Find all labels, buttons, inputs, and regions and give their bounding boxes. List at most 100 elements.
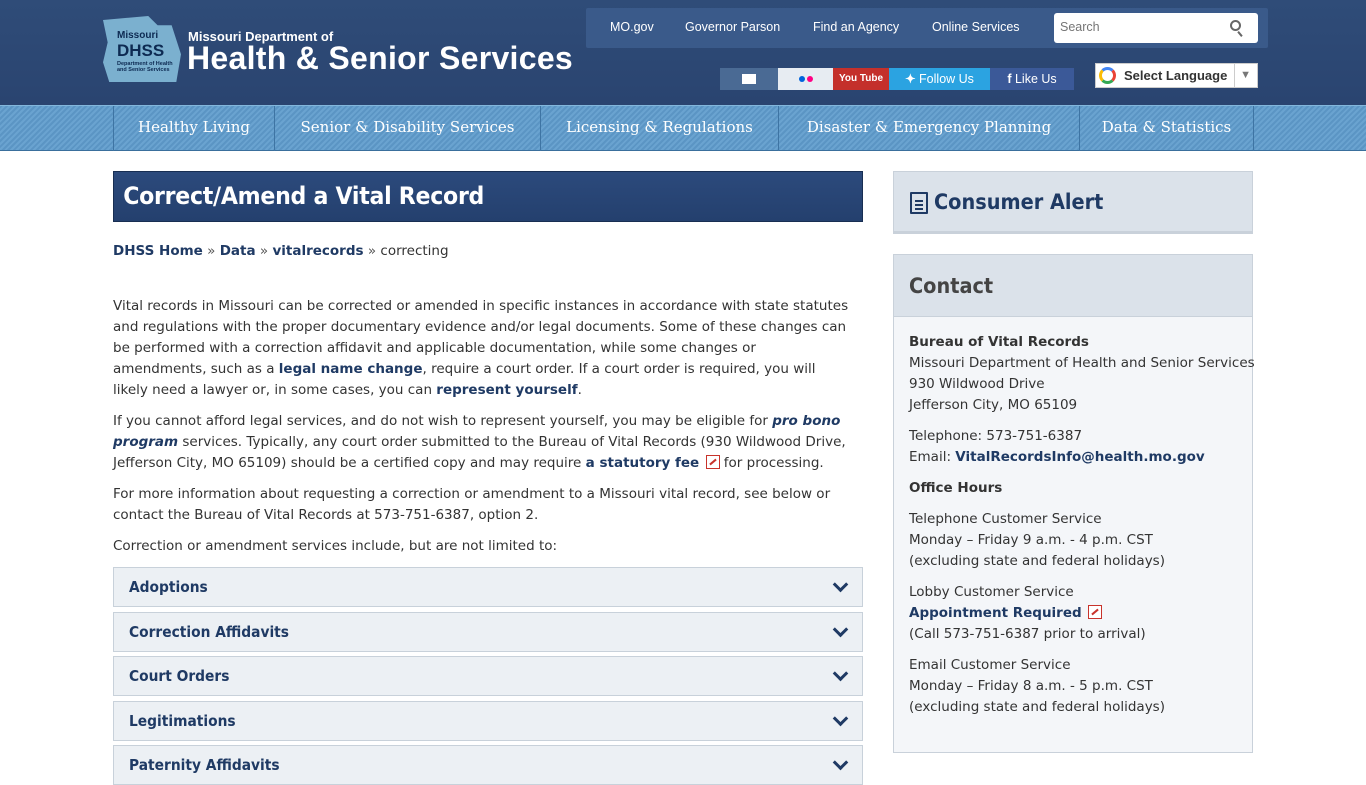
search-icon[interactable] [1230, 20, 1241, 31]
accordion-label: Court Orders [129, 667, 230, 685]
breadcrumb-sep: » [207, 243, 216, 259]
logo-badge-small: Department of Health and Senior Services [117, 61, 173, 73]
logo-badge-mid: DHSS [117, 41, 165, 60]
link-mo-gov[interactable]: MO.gov [610, 20, 654, 34]
google-icon [1099, 67, 1116, 84]
link-online-services[interactable]: Online Services [932, 20, 1020, 34]
search-box [1054, 13, 1258, 43]
contact-title: Contact [909, 274, 994, 298]
twitter-button[interactable]: ✦ Follow Us [889, 68, 990, 90]
dhss-logo[interactable]: Missouri DHSS Department of Health and S… [103, 16, 578, 86]
twitter-label: Follow Us [919, 72, 974, 86]
consumer-alert-title: Consumer Alert [934, 190, 1104, 214]
chevron-down-icon: ▼ [1234, 64, 1251, 87]
accordion-paternity-affidavits[interactable]: Paternity Affidavits [113, 745, 863, 785]
accordion-adoptions[interactable]: Adoptions [113, 567, 863, 607]
accordion-legitimations[interactable]: Legitimations [113, 701, 863, 741]
logo-badge-top: Missouri [117, 30, 159, 41]
utility-nav: MO.gov Governor Parson Find an Agency On… [586, 8, 1268, 48]
email-link[interactable]: VitalRecordsInfo@health.mo.gov [955, 449, 1204, 465]
accordion-label: Correction Affidavits [129, 623, 289, 641]
envelope-icon [742, 74, 756, 84]
language-select[interactable]: Select Language ▼ [1095, 63, 1258, 88]
pdf-icon [705, 455, 720, 469]
accordion-court-orders[interactable]: Court Orders [113, 656, 863, 696]
pro-bono-text: for processing. [719, 455, 824, 471]
nav-disaster[interactable]: Disaster & Emergency Planning [778, 106, 1079, 151]
facebook-label: Like Us [1014, 72, 1057, 86]
breadcrumb: DHSS Home » Data » vitalrecords » correc… [113, 243, 449, 259]
logo-line2: Health & Senior Services [187, 40, 574, 76]
intro-text: . [577, 382, 582, 398]
nav-senior-disability[interactable]: Senior & Disability Services [274, 106, 540, 151]
document-icon [910, 192, 928, 214]
email-hours: Monday – Friday 8 a.m. - 5 p.m. CST [909, 678, 1153, 694]
tel-service: Telephone Customer Service [909, 511, 1102, 527]
email-exclusions: (excluding state and federal holidays) [909, 699, 1165, 715]
bureau-name: Bureau of Vital Records [909, 334, 1089, 350]
contact-city: Jefferson City, MO 65109 [909, 397, 1078, 413]
breadcrumb-current: correcting [380, 243, 449, 259]
pro-bono-text: If you cannot afford legal services, and… [113, 413, 773, 429]
email-label: Email: [909, 449, 956, 465]
appointment-line: Appointment Required [909, 603, 1102, 624]
twitter-icon: ✦ [905, 72, 916, 86]
flickr-icon [798, 76, 805, 82]
info-paragraph: For more information about requesting a … [113, 486, 831, 523]
contact-dept: Missouri Department of Health and Senior… [909, 355, 1255, 371]
page-title: Correct/Amend a Vital Record [123, 182, 485, 210]
email-service: Email Customer Service [909, 657, 1071, 673]
pdf-icon [1087, 605, 1102, 619]
nav-healthy-living[interactable]: Healthy Living [113, 106, 274, 151]
lobby-service: Lobby Customer Service [909, 584, 1074, 600]
nav-licensing[interactable]: Licensing & Regulations [540, 106, 778, 151]
flickr-dot-icon [806, 76, 813, 82]
youtube-button[interactable]: You Tube [833, 68, 889, 90]
email-button[interactable] [720, 68, 778, 90]
chevron-down-icon [832, 621, 849, 638]
main-nav: Healthy Living Senior & Disability Servi… [0, 105, 1366, 151]
facebook-icon: f [1007, 72, 1012, 86]
breadcrumb-sep: » [259, 243, 269, 259]
office-hours-heading: Office Hours [909, 480, 1003, 496]
contact-box: Contact Bureau of Vital Records Missouri… [893, 254, 1255, 753]
link-governor[interactable]: Governor Parson [685, 20, 780, 34]
nav-data-statistics[interactable]: Data & Statistics [1079, 106, 1254, 151]
tel-exclusions: (excluding state and federal holidays) [909, 553, 1165, 569]
accordion-label: Adoptions [129, 578, 208, 596]
accordion-label: Legitimations [129, 712, 236, 730]
chevron-down-icon [832, 665, 849, 682]
statutory-fee-link[interactable]: a statutory fee [586, 455, 700, 471]
appointment-required-link[interactable]: Appointment Required [909, 605, 1082, 621]
pro-bono-paragraph: If you cannot afford legal services, and… [113, 411, 853, 474]
lobby-note: (Call 573-751-6387 prior to arrival) [909, 626, 1146, 642]
office-hours-title: Office Hours [909, 478, 1002, 499]
services-intro: Correction or amendment services include… [113, 538, 558, 554]
facebook-button[interactable]: f Like Us [990, 68, 1074, 90]
tel-hours: Monday – Friday 9 a.m. - 4 p.m. CST [909, 532, 1153, 548]
language-select-label: Select Language [1124, 68, 1228, 83]
search-input[interactable] [1054, 13, 1214, 41]
chevron-down-icon [832, 576, 849, 593]
contact-street: 930 Wildwood Drive [909, 376, 1045, 392]
page-title-bar: Correct/Amend a Vital Record [113, 171, 863, 222]
intro-paragraph: Vital records in Missouri can be correct… [113, 296, 853, 401]
legal-name-change-link[interactable]: legal name change [279, 361, 423, 377]
represent-yourself-link[interactable]: represent yourself [436, 382, 577, 398]
link-find-agency[interactable]: Find an Agency [813, 20, 899, 34]
contact-phone: Telephone: 573-751-6387 [909, 428, 1083, 444]
missouri-state-icon: Missouri DHSS Department of Health and S… [103, 16, 181, 82]
breadcrumb-data[interactable]: Data [220, 243, 256, 259]
contact-header: Contact [894, 255, 1252, 317]
accordion-correction-affidavits[interactable]: Correction Affidavits [113, 612, 863, 652]
flickr-button[interactable] [778, 68, 833, 90]
contact-bureau: Bureau of Vital Records [909, 332, 1089, 353]
youtube-icon: You Tube [838, 73, 884, 84]
breadcrumb-vitalrecords[interactable]: vitalrecords [272, 243, 363, 259]
chevron-down-icon [832, 710, 849, 727]
accordion-label: Paternity Affidavits [129, 756, 280, 774]
contact-email-line: Email: VitalRecordsInfo@health.mo.gov [909, 447, 1205, 468]
consumer-alert-box[interactable]: Consumer Alert [893, 171, 1253, 234]
breadcrumb-home[interactable]: DHSS Home [113, 243, 203, 259]
breadcrumb-sep: » [367, 243, 377, 259]
